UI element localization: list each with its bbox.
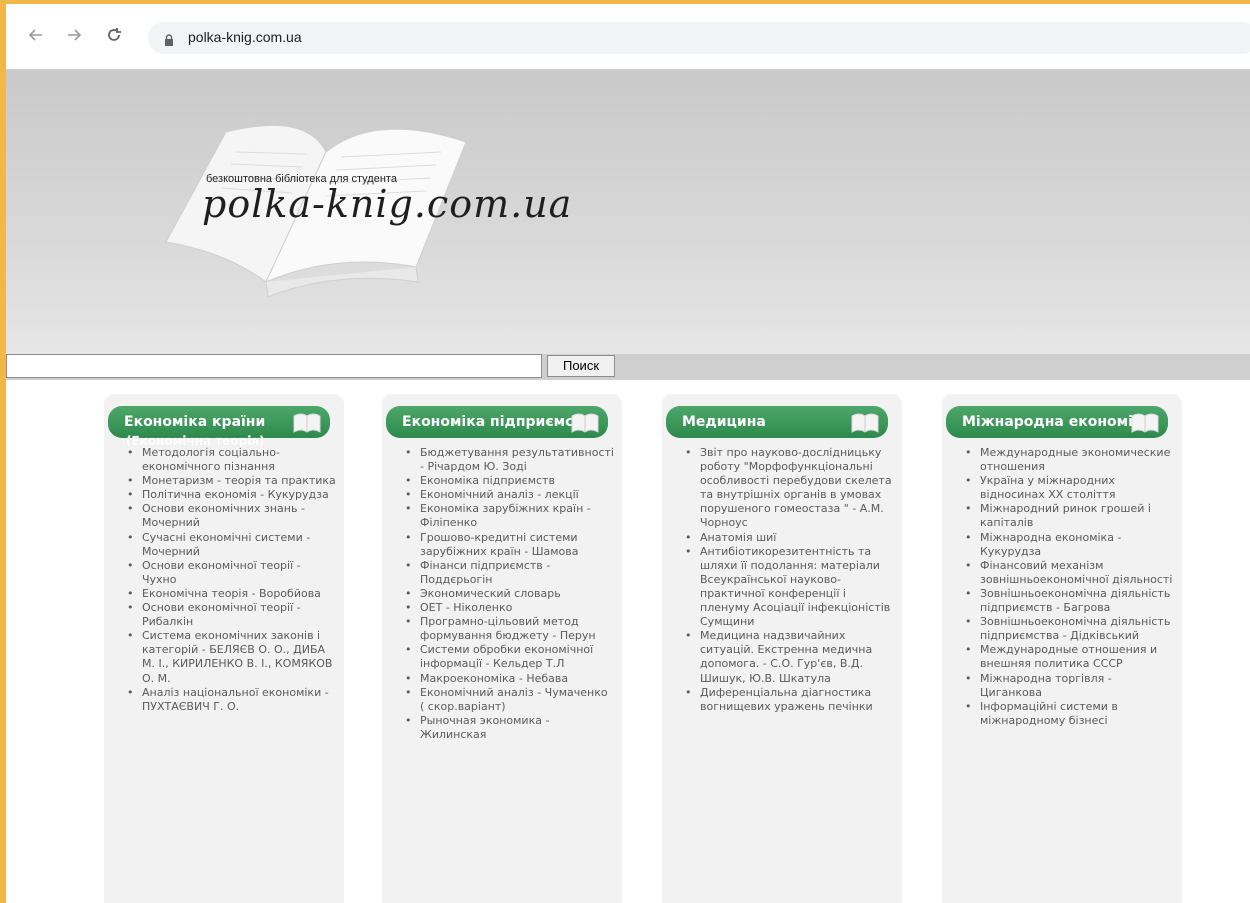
list-item[interactable]: Бюджетування результативності - Річардом…: [402, 446, 614, 474]
column-title: Міжнародна економіка: [962, 414, 1152, 430]
list-item[interactable]: Зовнішньоекономічна діяльність підприємс…: [962, 615, 1174, 643]
list-item[interactable]: Економіка зарубіжних країн - Філіпенко: [402, 502, 614, 530]
column-title: Економіка країни: [124, 414, 266, 430]
list-item[interactable]: Диференціальна діагностика вогнищевих ур…: [682, 686, 894, 714]
list-item[interactable]: Економічний аналіз - Чумаченко ( скор.ва…: [402, 686, 614, 714]
list-item[interactable]: Анатомія шиї: [682, 531, 894, 545]
list-item[interactable]: Сучасні економічні системи - Мочерний: [124, 531, 336, 559]
url-text[interactable]: polka-knig.com.ua: [188, 29, 302, 45]
list-item[interactable]: Політична економія - Кукурудза: [124, 488, 336, 502]
browser-toolbar: polka-knig.com.ua: [6, 4, 1250, 70]
column-international-economy: Міжнародна економіка Международные эконо…: [942, 394, 1182, 903]
site-header: безкоштовна бібліотека для студента polk…: [6, 70, 1250, 354]
lock-icon: [164, 31, 174, 46]
item-list: Бюджетування результативності - Річардом…: [402, 446, 614, 742]
list-item[interactable]: Рыночная экономика - Жилинская: [402, 714, 614, 742]
list-item[interactable]: Системи обробки економічної інформації -…: [402, 643, 614, 671]
list-item[interactable]: Международные отношения и внешняя полити…: [962, 643, 1174, 671]
list-item[interactable]: Аналіз національної економіки - ПУХТАЄВИ…: [124, 686, 336, 714]
column-header[interactable]: Економіка підприємств: [386, 406, 608, 438]
list-item[interactable]: Зовнішньоекономічна діяльність підприємс…: [962, 587, 1174, 615]
list-item[interactable]: Медицина надзвичайних ситуацій. Екстренн…: [682, 629, 894, 685]
list-item[interactable]: Міжнародний ринок грошей і капіталів: [962, 502, 1174, 530]
list-item[interactable]: Система економічних законів і категорій …: [124, 629, 336, 685]
list-item[interactable]: Міжнародна економіка - Кукурудза: [962, 531, 1174, 559]
forward-arrow-icon[interactable]: [64, 26, 84, 46]
book-icon: [293, 413, 321, 433]
column-header[interactable]: Міжнародна економіка: [946, 406, 1168, 438]
list-item[interactable]: Фінанси підприємств - Поддєрьогін: [402, 559, 614, 587]
list-item[interactable]: Монетаризм - теорія та практика: [124, 474, 336, 488]
column-medicine: Медицина Звіт про науково-дослідницьку р…: [662, 394, 902, 903]
list-item[interactable]: Экономический словарь: [402, 587, 614, 601]
search-button[interactable]: Поиск: [547, 355, 615, 377]
list-item[interactable]: Програмно-цільовий метод формування бюдж…: [402, 615, 614, 643]
address-bar[interactable]: polka-knig.com.ua: [148, 22, 1250, 54]
list-item[interactable]: Міжнародна торгівля - Циганкова: [962, 672, 1174, 700]
list-item[interactable]: Фінансовий механізм зовнішньоекономічної…: [962, 559, 1174, 587]
list-item[interactable]: Економічний аналіз - лекції: [402, 488, 614, 502]
list-item[interactable]: Звіт про науково-дослідницьку роботу "Мо…: [682, 446, 894, 531]
list-item[interactable]: Економічна теорія - Воробйова: [124, 587, 336, 601]
search-bar: Поиск: [6, 354, 1250, 380]
item-list: Международные экономические отношения Ук…: [962, 446, 1174, 728]
column-title: Медицина: [682, 414, 766, 430]
reload-icon[interactable]: [104, 26, 124, 46]
book-icon: [1131, 413, 1159, 433]
list-item[interactable]: Економіка підприємств: [402, 474, 614, 488]
list-item[interactable]: Основи економічної теорії - Рибалкін: [124, 601, 336, 629]
list-item[interactable]: Основи економічних знань - Мочерний: [124, 502, 336, 530]
site-logo-text[interactable]: polka-knig.com.ua: [202, 182, 572, 226]
column-enterprise-economy: Економіка підприємств Бюджетування резул…: [382, 394, 622, 903]
list-item[interactable]: Інформаційні системи в міжнародному бізн…: [962, 700, 1174, 728]
book-icon: [571, 413, 599, 433]
list-item[interactable]: Основи економічної теорії - Чухно: [124, 559, 336, 587]
list-item[interactable]: ОЕТ - Ніколенко: [402, 601, 614, 615]
column-header[interactable]: Медицина: [666, 406, 888, 438]
column-title: Економіка підприємств: [402, 414, 591, 430]
category-columns: Економіка країни (Економічна теорія) Мет…: [6, 380, 1250, 903]
list-item[interactable]: Макроекономіка - Небава: [402, 672, 614, 686]
list-item[interactable]: Україна у міжнародних відносинах XX стол…: [962, 474, 1174, 502]
item-list: Звіт про науково-дослідницьку роботу "Мо…: [682, 446, 894, 714]
back-arrow-icon[interactable]: [26, 26, 46, 46]
item-list: Методологія соціально-економічного пізна…: [124, 446, 336, 714]
list-item[interactable]: Методологія соціально-економічного пізна…: [124, 446, 336, 474]
screenshot-frame: polka-knig.com.ua безкоштовна бібліотека…: [0, 0, 1250, 903]
search-input[interactable]: [6, 354, 542, 378]
list-item[interactable]: Антибіотикорезитентність та шляхи її под…: [682, 545, 894, 630]
list-item[interactable]: Грошово-кредитні системи зарубіжних краї…: [402, 531, 614, 559]
book-icon: [851, 413, 879, 433]
list-item[interactable]: Международные экономические отношения: [962, 446, 1174, 474]
column-economy-country: Економіка країни (Економічна теорія) Мет…: [104, 394, 344, 903]
